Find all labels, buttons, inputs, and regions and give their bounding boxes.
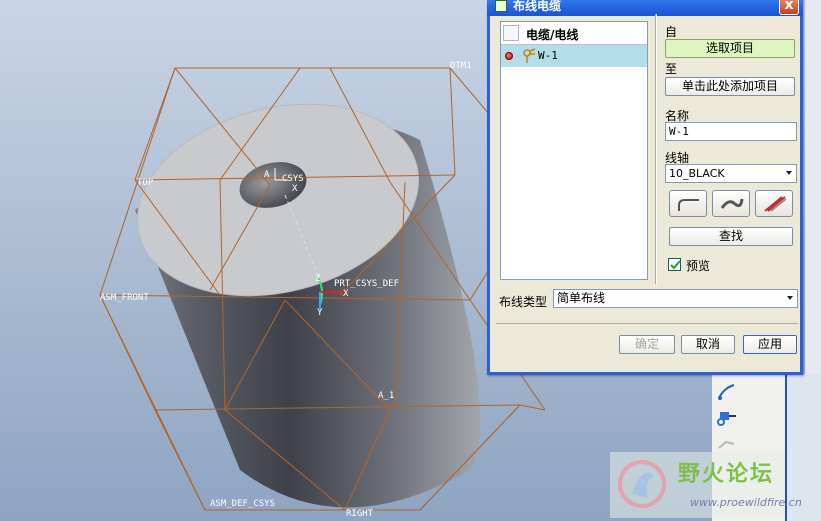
dialog-title: 布线电缆	[513, 0, 562, 13]
label-axis: A_1	[378, 391, 394, 401]
route-cables-dialog: 布线电缆 x 电缆/电线 W-1 自 选取项目 至 单击此处添加项目 名称 W-…	[487, 0, 803, 375]
watermark-url: www.proewildfire.cn	[690, 496, 802, 509]
wire-icon	[523, 48, 536, 63]
footer-divider	[496, 323, 798, 324]
route-mode-2-button[interactable]	[712, 190, 750, 217]
label-csys: CSYS	[282, 174, 304, 184]
parallel-wires-icon	[764, 196, 787, 212]
label-y: Y	[317, 308, 323, 318]
label-asm-front: ASM_FRONT	[100, 293, 149, 303]
close-icon: x	[784, 0, 794, 13]
label-dtm1: DTM1	[450, 61, 472, 71]
cable-list-item-label: W-1	[538, 49, 558, 62]
cable-list-item[interactable]: W-1	[501, 45, 647, 67]
select-all-checkbox[interactable]	[503, 25, 519, 41]
bend-icon	[678, 199, 699, 211]
chevron-down-icon	[786, 171, 792, 175]
select-item-button[interactable]: 选取项目	[665, 39, 795, 58]
chevron-down-icon	[787, 296, 793, 300]
find-button[interactable]: 查找	[669, 227, 793, 246]
watermark-logo-icon	[618, 460, 666, 508]
route-type-select[interactable]: 简单布线	[553, 289, 798, 308]
preview-checkbox[interactable]	[668, 258, 681, 271]
label-csys-x: X	[292, 184, 298, 194]
name-field[interactable]: W-1	[665, 122, 797, 141]
label-csys-a: A	[264, 170, 270, 180]
add-item-button[interactable]: 单击此处添加项目	[665, 77, 795, 96]
label-x: X	[343, 289, 349, 299]
preview-label: 预览	[686, 259, 711, 273]
label-asm-def-csys: ASM_DEF_CSYS	[210, 499, 275, 509]
label-top: TOP	[137, 178, 154, 188]
route-mode-1-button[interactable]	[669, 190, 707, 217]
route-cable-icon[interactable]	[716, 380, 738, 402]
cancel-button[interactable]: 取消	[681, 335, 735, 354]
dialog-app-icon	[495, 0, 507, 12]
check-icon	[670, 260, 681, 270]
ok-button[interactable]: 确定	[619, 335, 675, 354]
close-button[interactable]: x	[779, 0, 799, 15]
label-prt-csys: PRT_CSYS_DEF	[334, 279, 399, 289]
site-watermark: 野火论坛 www.proewildfire.cn	[610, 452, 802, 518]
route-mode-3-button[interactable]	[755, 190, 793, 217]
cable-list-header: 电缆/电线	[501, 22, 647, 45]
loop-icon	[720, 198, 744, 209]
spool-select[interactable]: 10_BLACK	[665, 164, 797, 183]
right-panel-strip	[805, 0, 821, 374]
from-label: 自	[665, 25, 678, 39]
spool-select-value: 10_BLACK	[669, 167, 725, 180]
dialog-title-bar[interactable]: 布线电缆 x	[487, 0, 803, 16]
label-z: Z	[315, 274, 321, 284]
route-type-select-value: 简单布线	[557, 291, 606, 305]
status-dot-icon	[505, 52, 513, 60]
apply-button[interactable]: 应用	[743, 335, 797, 354]
panel-divider	[655, 14, 657, 284]
to-label: 至	[665, 62, 678, 76]
cable-list[interactable]: 电缆/电线 W-1	[500, 21, 648, 280]
route-type-label: 布线类型	[499, 295, 548, 309]
cable-list-header-label: 电缆/电线	[526, 28, 579, 42]
label-right: RIGHT	[346, 509, 374, 519]
watermark-title: 野火论坛	[678, 462, 775, 487]
connector-icon[interactable]	[716, 406, 738, 428]
